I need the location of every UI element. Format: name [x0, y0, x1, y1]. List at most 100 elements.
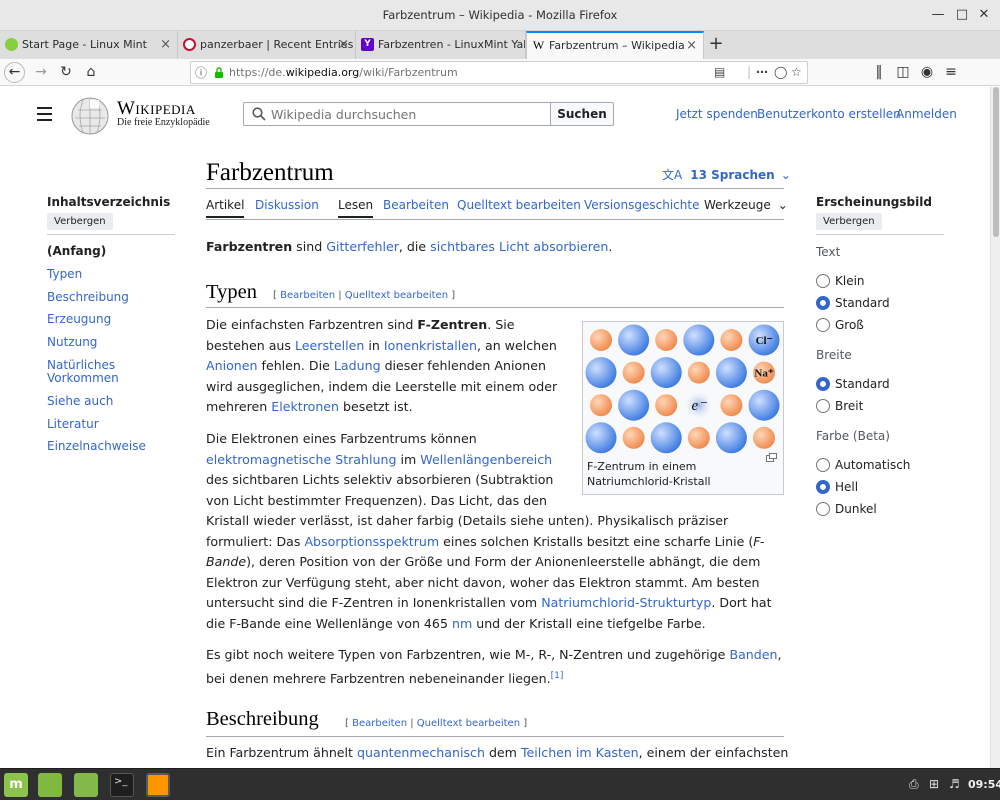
tab-lesen[interactable]: Lesen [338, 198, 374, 218]
scrollbar-thumb[interactable] [993, 87, 999, 237]
wiki-link[interactable]: elektromagnetische Strahlung [206, 452, 396, 467]
login-link[interactable]: Anmelden [896, 107, 957, 121]
toc-hide-button[interactable]: Verbergen [47, 213, 113, 230]
terminal-icon[interactable]: >_ [110, 773, 134, 797]
wiki-link[interactable]: Absorptionsspektrum [304, 534, 439, 549]
chloride-ion [585, 422, 617, 454]
sodium-ion [720, 394, 743, 417]
toc-item-typen[interactable]: Typen [47, 268, 172, 281]
toc-item-siehe-auch[interactable]: Siehe auch [47, 395, 172, 408]
menu-icon[interactable]: ≡ [940, 61, 962, 83]
url-bar[interactable]: ⓘ https://de.wikipedia.org/wiki/Farbzent… [190, 61, 808, 84]
wiki-link[interactable]: Anionen [206, 358, 258, 373]
main-menu-icon[interactable] [37, 107, 52, 125]
radio-circle[interactable] [816, 274, 830, 288]
close-tab-icon[interactable]: × [686, 33, 697, 58]
sidebar-icon[interactable]: ◫ [892, 61, 914, 83]
enlarge-icon[interactable] [766, 453, 777, 462]
tab-bearbeiten[interactable]: Bearbeiten [383, 198, 449, 212]
toc-item-einzelnachweise[interactable]: Einzelnachweise [47, 440, 172, 453]
forward-button[interactable]: → [30, 61, 52, 83]
toc-divider [47, 234, 175, 235]
minimize-button[interactable]: — [930, 7, 946, 23]
donate-link[interactable]: Jetzt spenden [676, 107, 758, 121]
reload-button[interactable]: ↻ [55, 61, 77, 83]
wiki-link[interactable]: Gitterfehler [326, 239, 399, 254]
wiki-link[interactable]: sichtbares Licht [430, 239, 529, 254]
wiki-link[interactable]: absorbieren [533, 239, 608, 254]
maximize-button[interactable]: □ [954, 7, 970, 23]
back-button[interactable]: ← [4, 62, 25, 83]
toc-item-beschreibung[interactable]: Beschreibung [47, 291, 172, 304]
search-box[interactable] [243, 102, 551, 126]
wiki-link[interactable]: Banden [729, 647, 777, 662]
wiki-link[interactable]: [1] [551, 671, 564, 681]
wikipedia-globe-icon[interactable] [70, 96, 110, 136]
search-button[interactable]: Suchen [550, 102, 614, 126]
close-tab-icon[interactable]: × [338, 31, 349, 59]
bookmark-star-icon[interactable]: ☆ [791, 65, 802, 79]
close-tab-icon[interactable]: × [160, 31, 171, 59]
wiki-link[interactable]: Ionenkristallen [384, 338, 477, 353]
tab-start-page[interactable]: Start Page - Linux Mint × [0, 31, 178, 59]
wiki-link[interactable]: Teilchen im Kasten [521, 745, 639, 760]
language-button[interactable]: 文A 13 Sprachen ⌄ [662, 166, 791, 183]
account-icon[interactable]: ◉ [916, 61, 938, 83]
tab-werkzeuge[interactable]: Werkzeuge ⌄ [704, 198, 788, 212]
new-tab-button[interactable]: + [706, 33, 726, 55]
radio-circle[interactable] [816, 399, 830, 413]
tab-artikel[interactable]: Artikel [206, 198, 245, 218]
toc-item-nutzung[interactable]: Nutzung [47, 336, 172, 349]
wiki-link[interactable]: Natriumchlorid-Strukturtyp [541, 595, 711, 610]
tab-diskussion[interactable]: Diskussion [255, 198, 319, 212]
firefox-icon[interactable] [146, 773, 170, 797]
close-window-button[interactable]: ✕ [976, 7, 992, 23]
window-titlebar: Farbzentrum – Wikipedia - Mozilla Firefo… [0, 0, 1000, 31]
radio-circle[interactable] [816, 458, 830, 472]
wikipedia-icon: W [532, 38, 545, 52]
files-icon[interactable] [74, 773, 98, 797]
mint-menu-icon[interactable]: m [4, 773, 28, 797]
toc-item-natuerliches-vorkommen[interactable]: Natürliches Vorkommen [47, 359, 137, 385]
appearance-title: Erscheinungsbild [816, 195, 932, 209]
page-actions-icon[interactable]: ⋯ [756, 65, 768, 79]
reader-view-icon[interactable]: ▤ [714, 65, 725, 79]
radio-circle[interactable] [816, 318, 830, 332]
tab-wikipedia[interactable]: W Farbzentrum – Wikipedia × [526, 31, 704, 59]
site-info-icon[interactable]: ⓘ [195, 64, 207, 81]
toc-item-literatur[interactable]: Literatur [47, 418, 172, 431]
page-scrollbar[interactable] [990, 87, 1000, 768]
create-account-link[interactable]: Benutzerkonto erstellen [757, 107, 901, 121]
wiki-link[interactable]: quantenmechanisch [357, 745, 485, 760]
volume-icon[interactable]: ♬ [949, 777, 960, 791]
wiki-link[interactable]: Wellenlängenbereich [420, 452, 552, 467]
edit-source-section-link[interactable]: Quelltext bearbeiten [345, 290, 448, 301]
paragraph-weitere-typen: Es gibt noch weitere Typen von Farbzentr… [206, 647, 782, 686]
library-icon[interactable]: ‖ [868, 61, 890, 83]
wiki-link[interactable]: nm [452, 616, 472, 631]
nacl-crystal-image[interactable]: Cl⁻ Na⁺ e⁻ [585, 324, 781, 456]
edit-source-section-link[interactable]: Quelltext bearbeiten [417, 718, 520, 729]
search-input[interactable] [271, 105, 541, 123]
appearance-hide-button[interactable]: Verbergen [816, 213, 882, 230]
wiki-link[interactable]: Leerstellen [295, 338, 364, 353]
tab-quelltext-bearbeiten[interactable]: Quelltext bearbeiten [457, 198, 581, 212]
pocket-icon[interactable]: ◯ [774, 65, 787, 79]
edit-section-link[interactable]: Bearbeiten [280, 290, 335, 301]
show-desktop-icon[interactable] [38, 773, 62, 797]
tab-yahoo[interactable]: Y Farbzentren - LinuxMint Yah [356, 31, 526, 59]
radio-circle[interactable] [816, 296, 830, 310]
wiki-link[interactable]: Elektronen [271, 399, 339, 414]
toc-item-erzeugung[interactable]: Erzeugung [47, 313, 172, 326]
network-icon[interactable]: ⊞ [929, 777, 939, 791]
tab-versionsgeschichte[interactable]: Versionsgeschichte [584, 198, 699, 212]
tab-panzerbaer[interactable]: panzerbaer | Recent Entries × [178, 31, 356, 59]
radio-circle[interactable] [816, 480, 830, 494]
toc-item-anfang[interactable]: (Anfang) [47, 245, 172, 258]
radio-circle[interactable] [816, 502, 830, 516]
printer-icon[interactable]: ⎙ [909, 777, 919, 792]
wiki-link[interactable]: Ladung [334, 358, 381, 373]
home-button[interactable]: ⌂ [80, 61, 102, 83]
edit-section-link[interactable]: Bearbeiten [352, 718, 407, 729]
radio-circle[interactable] [816, 377, 830, 391]
